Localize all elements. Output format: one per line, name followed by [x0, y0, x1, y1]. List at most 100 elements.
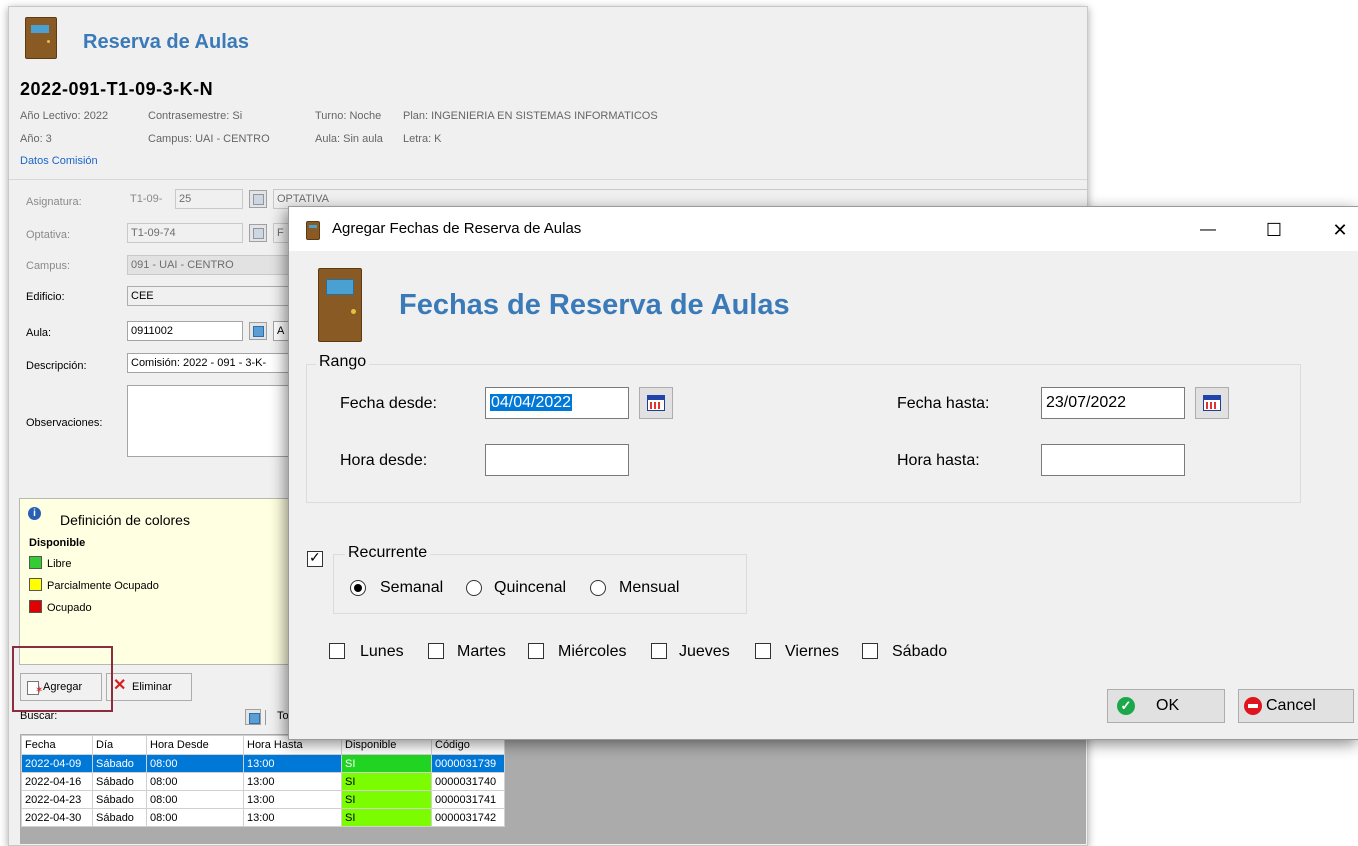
search-tail-text: To	[277, 710, 289, 722]
table-row[interactable]: 2022-04-23 Sábado 08:00 13:00 SI 0000031…	[21, 790, 505, 809]
optativa-search-button[interactable]	[249, 224, 267, 242]
hora-desde-input[interactable]	[485, 444, 629, 476]
recurrente-label: Recurrente	[345, 544, 431, 562]
fecha-desde-calendar-button[interactable]	[639, 387, 673, 419]
fecha-desde-input[interactable]: 04/04/2022	[485, 387, 629, 419]
datos-comision-link[interactable]: Datos Comisión	[20, 155, 98, 167]
legend-item-libre: Libre	[29, 556, 71, 570]
descripcion-input[interactable]: Comisión: 2022 - 091 - 3-K-	[127, 353, 297, 373]
col-fecha[interactable]: Fecha	[21, 735, 93, 755]
lunes-label: Lunes	[360, 643, 404, 660]
semanal-radio[interactable]	[350, 580, 366, 596]
legend-item-ocupado: Ocupado	[29, 600, 92, 614]
green-swatch	[29, 556, 42, 569]
table-row[interactable]: 2022-04-09 Sábado 08:00 13:00 SI 0000031…	[21, 754, 505, 773]
quincenal-radio[interactable]	[466, 580, 482, 596]
jueves-label: Jueves	[679, 643, 730, 660]
optativa-code-input[interactable]: T1-09-74	[127, 223, 243, 243]
check-icon: ✓	[309, 549, 321, 565]
miercoles-label: Miércoles	[558, 643, 627, 660]
descripcion-label: Descripción:	[26, 360, 87, 372]
maximize-button[interactable]: ☐	[1251, 215, 1297, 245]
anio: Año: 3	[20, 133, 52, 145]
hora-hasta-input[interactable]	[1041, 444, 1185, 476]
check-circle-icon: ✓	[1117, 697, 1135, 715]
highlight-box	[12, 646, 113, 712]
separator	[265, 710, 266, 725]
contrasemestre: Contrasemestre: Si	[148, 110, 243, 122]
table-row[interactable]: 2022-04-16 Sábado 08:00 13:00 SI 0000031…	[21, 772, 505, 791]
col-hora-desde[interactable]: Hora Desde	[146, 735, 244, 755]
close-button[interactable]: ✕	[1317, 215, 1358, 245]
sabado-checkbox[interactable]	[862, 643, 878, 659]
martes-checkbox[interactable]	[428, 643, 444, 659]
aula-input[interactable]: 0911002	[127, 321, 243, 341]
fecha-hasta-label: Fecha hasta:	[897, 395, 990, 412]
campus-label: Campus:	[26, 260, 71, 272]
rango-group	[306, 364, 1301, 503]
hora-hasta-label: Hora hasta:	[897, 452, 980, 469]
ok-button[interactable]: ✓ OK	[1107, 689, 1225, 723]
door-icon	[25, 17, 57, 59]
eliminar-button[interactable]: ✕ Eliminar	[106, 673, 192, 701]
agregar-fechas-dialog: Agregar Fechas de Reserva de Aulas — ☐ ✕…	[288, 206, 1358, 740]
martes-label: Martes	[457, 643, 506, 660]
edificio-label: Edificio:	[26, 291, 65, 303]
campus-select[interactable]: 091 - UAI - CENTRO	[127, 255, 297, 275]
fecha-hasta-calendar-button[interactable]	[1195, 387, 1229, 419]
plan: Plan: INGENIERIA EN SISTEMAS INFORMATICO…	[403, 110, 658, 122]
legend-item-parcial: Parcialmente Ocupado	[29, 578, 159, 592]
rango-label: Rango	[316, 353, 370, 371]
fecha-desde-label: Fecha desde:	[340, 395, 437, 412]
miercoles-checkbox[interactable]	[528, 643, 544, 659]
anio-lectivo: Año Lectivo: 2022	[20, 110, 109, 122]
hora-desde-label: Hora desde:	[340, 452, 428, 469]
calendar-icon	[1203, 395, 1221, 411]
door-icon	[306, 221, 320, 240]
mensual-label: Mensual	[619, 579, 680, 596]
info-icon: i	[28, 507, 41, 520]
asignatura-label: Asignatura:	[26, 196, 82, 208]
red-swatch	[29, 600, 42, 613]
observaciones-textarea[interactable]	[127, 385, 297, 457]
dialog-header-title: Fechas de Reserva de Aulas	[399, 289, 790, 321]
minimize-button[interactable]: —	[1185, 215, 1231, 245]
lunes-checkbox[interactable]	[329, 643, 345, 659]
dialog-titlebar: Agregar Fechas de Reserva de Aulas — ☐ ✕	[289, 207, 1358, 251]
sabado-label: Sábado	[892, 643, 948, 660]
campus-info: Campus: UAI - CENTRO	[148, 133, 270, 145]
color-legend: i Definición de colores Disponible Libre…	[19, 498, 291, 665]
quincenal-label: Quincenal	[494, 579, 567, 596]
legend-subtitle: Disponible	[29, 537, 86, 549]
recurrente-checkbox[interactable]: ✓	[307, 549, 323, 567]
reservas-grid: Fecha Día Hora Desde Hora Hasta Disponib…	[21, 735, 505, 827]
viernes-checkbox[interactable]	[755, 643, 771, 659]
door-icon	[318, 268, 362, 342]
no-entry-icon	[1244, 697, 1262, 715]
page-title: Reserva de Aulas	[83, 31, 250, 53]
turno: Turno: Noche	[315, 110, 382, 122]
asignatura-search-button[interactable]	[249, 190, 267, 208]
asignatura-code-input[interactable]: 25	[175, 189, 243, 209]
col-dia[interactable]: Día	[92, 735, 147, 755]
viernes-label: Viernes	[785, 643, 839, 660]
calendar-icon	[647, 395, 665, 411]
buscar-search-button[interactable]	[245, 709, 261, 725]
divider	[9, 179, 1087, 180]
aula-info: Aula: Sin aula	[315, 133, 383, 145]
optativa-label: Optativa:	[26, 229, 71, 241]
jueves-checkbox[interactable]	[651, 643, 667, 659]
aula-label: Aula:	[26, 327, 52, 339]
dialog-title: Agregar Fechas de Reserva de Aulas	[332, 220, 582, 237]
asignatura-prefix: T1-09-	[130, 193, 163, 205]
table-row[interactable]: 2022-04-30 Sábado 08:00 13:00 SI 0000031…	[21, 808, 505, 827]
cancel-button[interactable]: Cancel	[1238, 689, 1354, 723]
commission-code: 2022-091-T1-09-3-K-N	[20, 79, 214, 99]
semanal-label: Semanal	[380, 579, 444, 596]
mensual-radio[interactable]	[590, 580, 606, 596]
fecha-hasta-input[interactable]: 23/07/2022	[1041, 387, 1185, 419]
edificio-select[interactable]: CEE	[127, 286, 297, 306]
letra-info: Letra: K	[403, 133, 442, 145]
aula-search-button[interactable]	[249, 322, 267, 340]
observaciones-label: Observaciones:	[26, 417, 103, 429]
